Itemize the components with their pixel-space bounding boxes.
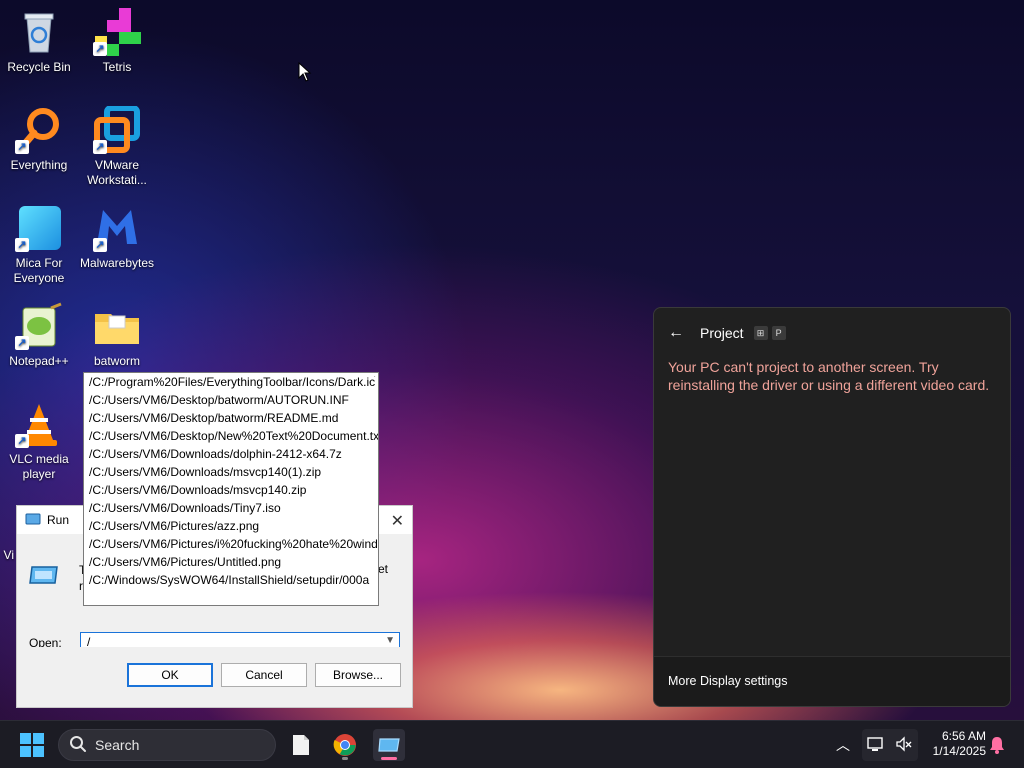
list-item[interactable]: /C:/Users/VM6/Downloads/msvcp140(1).zip [84, 463, 378, 481]
list-item[interactable]: /C:/Users/VM6/Pictures/Untitled.png [84, 553, 378, 571]
list-item[interactable]: /C:/Users/VM6/Pictures/i%20fucking%20hat… [84, 535, 378, 553]
desktop-icon-label: batworm [93, 354, 140, 368]
run-app-icon [378, 738, 400, 752]
shortcut-arrow-icon: ↗ [15, 238, 29, 252]
desktop-icon-tetris[interactable]: ↗ Tetris [78, 8, 156, 75]
desktop-icon-malwarebytes[interactable]: ↗ Malwarebytes [78, 204, 156, 271]
taskbar-app-file[interactable] [285, 729, 317, 761]
run-app-icon [29, 564, 59, 586]
list-item[interactable]: /C:/Users/VM6/Downloads/msvcp140.zip [84, 481, 378, 499]
ok-button[interactable]: OK [127, 663, 213, 687]
system-tray[interactable] [862, 729, 918, 761]
list-item[interactable]: /C:/Program%20Files/EverythingToolbar/Ic… [84, 373, 378, 391]
run-footer: OK Cancel Browse... [17, 647, 412, 707]
list-item[interactable]: /C:/Users/VM6/Desktop/batworm/README.md [84, 409, 378, 427]
browse-button[interactable]: Browse... [315, 663, 401, 687]
list-item[interactable]: /C:/Users/VM6/Desktop/batworm/AUTORUN.IN… [84, 391, 378, 409]
desktop-icon-label: Notepad++ [9, 354, 69, 368]
taskbar-app-chrome[interactable] [329, 729, 361, 761]
network-icon [867, 736, 885, 755]
shortcut-arrow-icon: ↗ [93, 238, 107, 252]
desktop-icon-label: VLC media player [9, 452, 69, 481]
vmware-icon: ↗ [93, 105, 141, 154]
windows-key-icon: ⊞ [753, 326, 768, 340]
recycle-bin-icon [15, 8, 63, 56]
tetris-icon: ↗ [93, 8, 141, 56]
shortcut-arrow-icon: ↗ [93, 42, 107, 56]
shortcut-arrow-icon: ↗ [15, 140, 29, 154]
active-indicator [381, 757, 397, 760]
notepad-plus-plus-icon: ↗ [15, 302, 63, 350]
mouse-cursor-icon [298, 61, 312, 85]
desktop-icon-label: Recycle Bin [7, 60, 71, 74]
volume-muted-icon [895, 735, 913, 755]
project-title: Project [700, 325, 744, 341]
p-key-icon: P [771, 326, 786, 340]
desktop-icon-everything[interactable]: ↗ Everything [0, 106, 78, 173]
project-error-message: Your PC can't project to another screen.… [668, 359, 990, 393]
list-item[interactable]: /C:/Users/VM6/Desktop/New%20Text%20Docum… [84, 427, 378, 445]
desktop-icon-notepad-plus-plus[interactable]: ↗ Notepad++ [0, 302, 78, 369]
project-panel: ← Project ⊞ P Your PC can't project to a… [653, 307, 1011, 707]
file-icon [293, 735, 309, 755]
desktop-icon-vlc[interactable]: ↗ VLC media player [0, 400, 78, 482]
folder-icon [93, 302, 141, 350]
desktop-icon-label: Everything [10, 158, 68, 172]
clock-time: 6:56 AM [941, 729, 986, 743]
resize-grip-icon[interactable]: ⋰ [368, 375, 376, 384]
shortcut-arrow-icon: ↗ [15, 336, 29, 350]
list-item[interactable]: /C:/Users/VM6/Downloads/Tiny7.iso [84, 499, 378, 517]
more-display-settings-link[interactable]: More Display settings [654, 656, 1010, 706]
run-title: Run [47, 513, 70, 527]
chevron-up-icon[interactable]: ︿ [836, 735, 850, 755]
taskbar-search[interactable]: Search [58, 729, 276, 761]
desktop-icon-mica[interactable]: ↗ Mica For Everyone [0, 204, 78, 286]
everything-search-icon: ↗ [15, 106, 63, 154]
desktop-icon-label: VMware Workstati... [87, 158, 147, 187]
clock-date: 1/14/2025 [932, 744, 986, 758]
desktop-icon-recycle-bin[interactable]: Recycle Bin [0, 8, 78, 75]
notification-bell-icon[interactable] [988, 735, 1006, 758]
start-button[interactable] [20, 733, 44, 757]
desktop-icon-batworm[interactable]: batworm [78, 302, 156, 369]
desktop-icon-label: Malwarebytes [79, 256, 155, 270]
search-label: Search [95, 737, 140, 753]
desktop-icon-label: Tetris [102, 60, 132, 74]
desktop-icon-partial[interactable]: Vi [0, 548, 14, 563]
mica-icon: ↗ [15, 204, 63, 252]
cancel-button[interactable]: Cancel [221, 663, 307, 687]
windows-logo-icon [20, 733, 44, 757]
taskbar-app-run[interactable] [373, 729, 405, 761]
clock[interactable]: 6:56 AM 1/14/2025 [922, 729, 986, 759]
run-small-icon [25, 513, 41, 528]
list-item[interactable]: /C:/Users/VM6/Downloads/dolphin-2412-x64… [84, 445, 378, 463]
run-description-suffix: et [378, 562, 389, 576]
list-item[interactable]: /C:/Windows/SysWOW64/InstallShield/setup… [84, 571, 378, 589]
chevron-down-icon[interactable]: ▼ [385, 635, 395, 646]
taskbar: Search ︿ 6:56 AM 1/14/2025 [0, 720, 1024, 768]
search-icon [69, 735, 87, 756]
list-item[interactable]: /C:/Users/VM6/Pictures/azz.png [84, 517, 378, 535]
desktop-icon-label: Vi [3, 548, 14, 562]
vlc-icon: ↗ [15, 400, 63, 448]
shortcut-arrow-icon: ↗ [93, 140, 107, 154]
autocomplete-list: ⋰ /C:/Program%20Files/EverythingToolbar/… [83, 372, 379, 606]
malwarebytes-icon: ↗ [93, 204, 141, 252]
project-header: ← Project ⊞ P [668, 324, 786, 342]
running-indicator [342, 757, 348, 760]
shortcut-arrow-icon: ↗ [15, 434, 29, 448]
desktop-icon-vmware[interactable]: ↗ VMware Workstati... [78, 105, 156, 188]
back-arrow-icon[interactable]: ← [668, 324, 684, 342]
close-icon[interactable]: ✕ [391, 511, 404, 531]
desktop-icon-label: Mica For Everyone [13, 256, 65, 285]
chrome-icon [333, 734, 356, 756]
